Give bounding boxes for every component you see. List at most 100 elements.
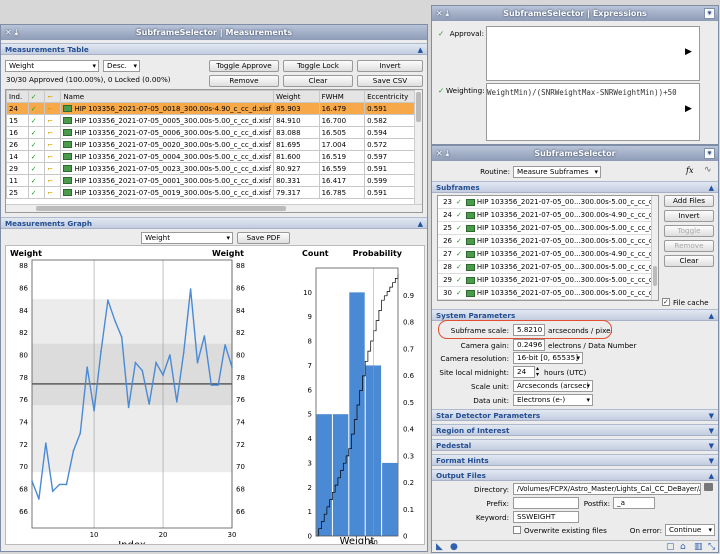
documentation-icon[interactable]: ▢ (666, 542, 675, 552)
camera-resolution-select[interactable]: 16-bit [0, 65535] (513, 352, 583, 364)
col-name[interactable]: Name (60, 90, 275, 103)
collapse-icon[interactable]: ▲ (418, 44, 423, 56)
subframe-list-item[interactable]: 29 ✓ HIP 103356_2021-07-05_00...300.00s-5.… (438, 274, 658, 287)
col-ind[interactable]: Ind. (6, 90, 29, 103)
approved-check-icon[interactable]: ✓ (31, 117, 37, 125)
approval-run-icon[interactable]: ▶ (685, 47, 692, 57)
subframes-scrollbar[interactable] (651, 196, 658, 300)
measurements-graph-section[interactable]: Measurements Graph ▲ (1, 217, 427, 229)
graph-icon[interactable]: ∿ (704, 165, 712, 175)
col-fwhm[interactable]: FWHM (318, 90, 366, 103)
pin-icon[interactable]: ✕ ⤓ (436, 6, 449, 21)
toggle-approve-button[interactable]: Toggle Approve (209, 60, 279, 72)
weighting-expression-field[interactable]: WeightMin)/(SNRWeightMax-SNRWeightMin))+… (486, 83, 700, 141)
sort-property-select[interactable]: Weight (5, 60, 99, 72)
star-detector-section[interactable]: Star Detector Parameters ▼ (432, 409, 718, 421)
table-row[interactable]: 14 ✓ ⌐ HIP 103356_2021-07-05_0004_300.00s-5… (6, 150, 416, 163)
approval-expression-field[interactable] (486, 26, 700, 81)
midnight-stepper[interactable]: ▴ ▾ (536, 366, 539, 378)
subframe-list-item[interactable]: 23 ✓ HIP 103356_2021-07-05_00...300.00s-5.… (438, 196, 658, 209)
unlocked-icon[interactable]: ⌐ (47, 153, 53, 161)
approved-check-icon[interactable]: ✓ (31, 129, 37, 137)
approved-check-icon[interactable]: ✓ (456, 289, 462, 297)
shade-icon[interactable]: ▾ (704, 8, 715, 19)
approved-check-icon[interactable]: ✓ (31, 105, 37, 113)
table-hscrollbar[interactable] (6, 204, 422, 212)
table-row[interactable]: 15 ✓ ⌐ HIP 103356_2021-07-05_0005_300.00s-5… (6, 114, 416, 127)
unlocked-icon[interactable]: ⌐ (47, 105, 53, 113)
approved-check-icon[interactable]: ✓ (456, 276, 462, 284)
approved-check-icon[interactable]: ✓ (31, 165, 37, 173)
on-error-select[interactable]: Continue (665, 524, 715, 536)
approved-check-icon[interactable]: ✓ (31, 177, 37, 185)
pin-icon[interactable]: ✕ ⤓ (436, 146, 449, 161)
pin-icon[interactable]: ✕ ⤓ (5, 25, 18, 40)
site-midnight-input[interactable]: 24 (513, 366, 535, 378)
expand-icon[interactable]: ▼ (709, 410, 714, 422)
collapse-icon[interactable]: ▲ (709, 470, 714, 482)
preferences-icon[interactable]: ⌂ (680, 542, 686, 552)
new-instance-icon[interactable]: ◣ (436, 542, 443, 552)
subframe-list-item[interactable]: 30 ✓ HIP 103356_2021-07-05_00...300.00s-5.… (438, 287, 658, 300)
subframe-list-item[interactable]: 28 ✓ HIP 103356_2021-07-05_00...300.00s-5.… (438, 261, 658, 274)
subframe-list-item[interactable]: 27 ✓ HIP 103356_2021-07-05_00...300.00s-4.… (438, 248, 658, 261)
approved-check-icon[interactable]: ✓ (456, 198, 462, 206)
routine-select[interactable]: Measure Subframes (513, 166, 601, 178)
col-weight[interactable]: Weight (273, 90, 320, 103)
approval-check-icon[interactable]: ✓ (438, 29, 444, 38)
expand-icon[interactable]: ▼ (709, 425, 714, 437)
output-files-section[interactable]: Output Files ▲ (432, 469, 718, 481)
shade-icon[interactable]: ▾ (704, 148, 715, 159)
unlocked-icon[interactable]: ⌐ (47, 177, 53, 185)
col-eccentricity[interactable]: Eccentricity (364, 90, 416, 103)
table-row[interactable]: 25 ✓ ⌐ HIP 103356_2021-07-05_0019_300.00s-5… (6, 186, 416, 199)
remove-button[interactable]: Remove (209, 75, 279, 87)
subframe-list-item[interactable]: 24 ✓ HIP 103356_2021-07-05_00...300.00s-4.… (438, 209, 658, 222)
overwrite-checkbox[interactable] (513, 526, 521, 534)
unlocked-icon[interactable]: ⌐ (47, 141, 53, 149)
expressions-titlebar[interactable]: ✕ ⤓ SubframeSelector | Expressions ▾ (432, 6, 718, 21)
approved-check-icon[interactable]: ✓ (456, 224, 462, 232)
unlocked-icon[interactable]: ⌐ (47, 117, 53, 125)
collapse-icon[interactable]: ▲ (709, 182, 714, 194)
folder-icon[interactable] (704, 483, 713, 491)
measurements-titlebar[interactable]: ✕ ⤓ SubframeSelector | Measurements (1, 25, 427, 40)
reset-icon[interactable]: ▥ (694, 542, 703, 552)
clear-button[interactable]: Clear (664, 255, 714, 267)
add-files-button[interactable]: Add Files (664, 195, 714, 207)
toggle-button[interactable]: Toggle (664, 225, 714, 237)
weighting-run-icon[interactable]: ▶ (685, 104, 692, 114)
fx-icon[interactable]: fx (686, 166, 693, 175)
unlocked-icon[interactable]: ⌐ (47, 129, 53, 137)
file-cache-checkbox[interactable]: ✓ (662, 298, 670, 306)
keyword-input[interactable]: SSWEIGHT (513, 511, 579, 523)
camera-gain-input[interactable]: 0.2496 (513, 339, 545, 351)
postfix-input[interactable]: _a (613, 497, 655, 509)
format-hints-section[interactable]: Format Hints ▼ (432, 454, 718, 466)
invert-button[interactable]: Invert (357, 60, 423, 72)
subframe-list-item[interactable]: 26 ✓ HIP 103356_2021-07-05_00...300.00s-5.… (438, 235, 658, 248)
table-row[interactable]: 29 ✓ ⌐ HIP 103356_2021-07-05_0023_300.00s-5… (6, 162, 416, 175)
scale-unit-select[interactable]: Arcseconds (arcsec) (513, 380, 593, 392)
table-row[interactable]: 24 ✓ ⌐ HIP 103356_2021-07-05_0018_300.00s-4… (6, 102, 416, 115)
subframes-section[interactable]: Subframes ▲ (432, 181, 718, 193)
table-row[interactable]: 26 ✓ ⌐ HIP 103356_2021-07-05_0020_300.00s-5… (6, 138, 416, 151)
expand-icon[interactable]: ▼ (709, 455, 714, 467)
expand-icon[interactable]: ▼ (709, 440, 714, 452)
prefix-input[interactable] (513, 497, 579, 509)
data-unit-select[interactable]: Electrons (e-) (513, 394, 593, 406)
sort-direction-select[interactable]: Desc. (103, 60, 140, 72)
toggle-lock-button[interactable]: Toggle Lock (283, 60, 353, 72)
approved-check-icon[interactable]: ✓ (456, 211, 462, 219)
approved-check-icon[interactable]: ✓ (456, 237, 462, 245)
directory-input[interactable]: /Volumes/FCPX/Astro_Master/Lights_Cal_CC… (513, 483, 701, 495)
col-approved[interactable]: ✓ (27, 90, 46, 103)
subframeselector-titlebar[interactable]: ✕ ⤓ SubframeSelector ▾ (432, 146, 718, 161)
subframe-list-item[interactable]: 25 ✓ HIP 103356_2021-07-05_00...300.00s-5.… (438, 222, 658, 235)
approved-check-icon[interactable]: ✓ (456, 263, 462, 271)
save-pdf-button[interactable]: Save PDF (237, 232, 290, 244)
invert-button[interactable]: Invert (664, 210, 714, 222)
apply-global-icon[interactable]: ● (450, 542, 458, 552)
col-locked[interactable]: ⌐ (44, 90, 62, 103)
collapse-icon[interactable]: ▲ (418, 218, 423, 230)
